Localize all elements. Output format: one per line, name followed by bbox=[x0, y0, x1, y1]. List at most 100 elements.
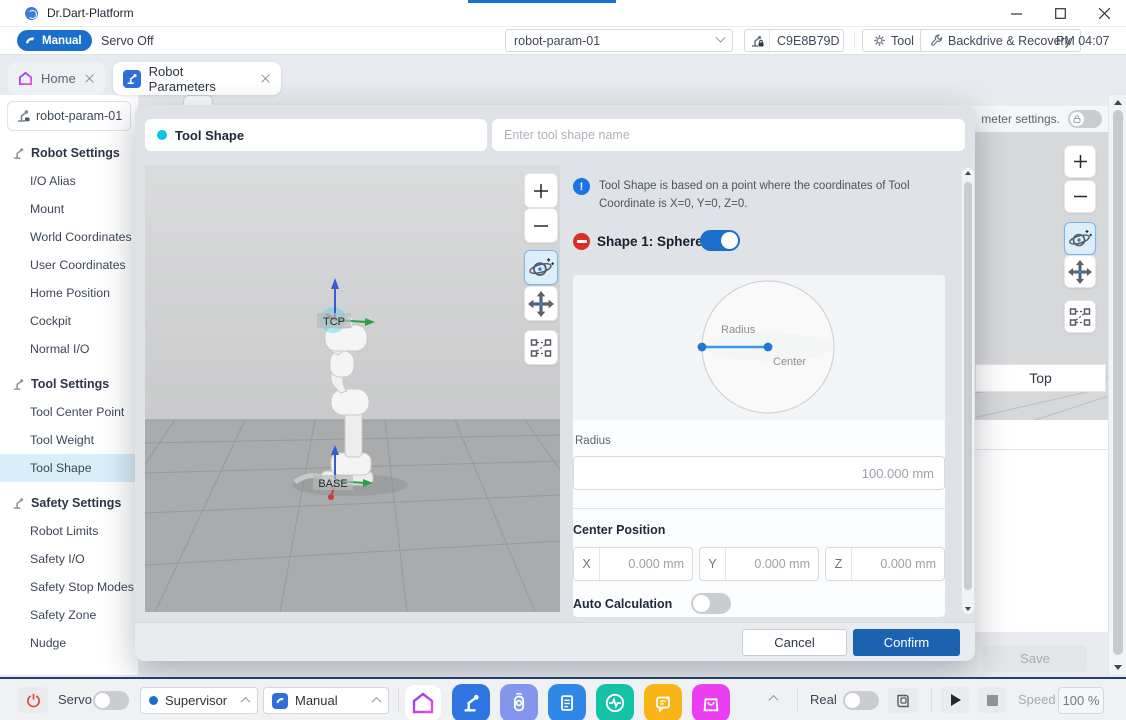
chevron-up-icon bbox=[241, 697, 251, 707]
dock-log-icon[interactable] bbox=[644, 684, 682, 720]
device-id-button[interactable]: C9E8B79D bbox=[744, 29, 844, 52]
radius-input[interactable] bbox=[573, 456, 945, 490]
dialog-scroll-up-icon[interactable] bbox=[965, 171, 971, 175]
play-button[interactable] bbox=[941, 687, 969, 713]
dock-task-writer-icon[interactable] bbox=[548, 684, 586, 720]
dock-remote-control-icon[interactable] bbox=[500, 684, 538, 720]
orbit-mode-button[interactable] bbox=[1064, 222, 1096, 255]
wrench-icon bbox=[930, 34, 943, 47]
maximize-button[interactable] bbox=[1038, 0, 1082, 26]
parameter-preset-dropdown[interactable]: robot-param-01 bbox=[505, 29, 733, 52]
servo-toggle[interactable] bbox=[93, 691, 129, 710]
3d-viewer-button[interactable] bbox=[888, 688, 918, 713]
scroll-down-icon[interactable] bbox=[1114, 665, 1122, 670]
dialog-3d-viewport[interactable]: TCP BASE bbox=[145, 165, 560, 612]
sidebar-item-world-coordinates[interactable]: World Coordinates bbox=[0, 223, 138, 251]
shape-enabled-toggle[interactable] bbox=[700, 230, 740, 251]
close-button[interactable] bbox=[1082, 0, 1126, 26]
center-position-title: Center Position bbox=[573, 523, 665, 537]
sidebar-preset-box[interactable]: robot-param-01 bbox=[7, 101, 131, 131]
sidebar-item-robot-limits[interactable]: Robot Limits bbox=[0, 517, 138, 545]
zoom-out-icon bbox=[534, 219, 548, 233]
dialog-pan-mode-button[interactable] bbox=[524, 286, 558, 321]
sidebar-item-mount[interactable]: Mount bbox=[0, 195, 138, 223]
close-icon bbox=[1099, 8, 1110, 19]
tab-robot-parameters-close-icon[interactable] bbox=[260, 73, 271, 84]
main-scrollbar[interactable] bbox=[1108, 95, 1126, 675]
mode-dropdown[interactable]: Manual bbox=[263, 687, 389, 714]
lock-settings-toggle[interactable] bbox=[1068, 110, 1102, 128]
pan-mode-button[interactable] bbox=[1064, 255, 1096, 288]
zoom-in-button[interactable] bbox=[1064, 145, 1096, 178]
mode-value: Manual bbox=[295, 693, 338, 708]
shape-settings-card: Radius Center Radius Center Position X Y… bbox=[573, 275, 945, 617]
sidebar-item-tool-shape[interactable]: Tool Shape bbox=[0, 454, 138, 482]
sidebar-item-safety-stop-modes[interactable]: Safety Stop Modes bbox=[0, 573, 138, 601]
sidebar-item-io-alias[interactable]: I/O Alias bbox=[0, 167, 138, 195]
role-value: Supervisor bbox=[165, 693, 227, 708]
dialog-measure-mode-button[interactable] bbox=[524, 330, 558, 365]
dock-robot-parameters-icon[interactable] bbox=[452, 684, 490, 720]
minimize-button[interactable] bbox=[994, 0, 1038, 26]
real-toggle[interactable] bbox=[843, 691, 879, 710]
sidebar-item-normal-io[interactable]: Normal I/O bbox=[0, 335, 138, 363]
tool-button[interactable]: Tool bbox=[862, 29, 925, 52]
sidebar-item-user-coordinates[interactable]: User Coordinates bbox=[0, 251, 138, 279]
center-x-input[interactable] bbox=[600, 548, 692, 580]
tab-home[interactable]: Home bbox=[8, 62, 105, 95]
dialog-zoom-in-button[interactable] bbox=[524, 173, 558, 208]
save-button[interactable]: Save bbox=[983, 645, 1087, 672]
dock-monitoring-icon[interactable] bbox=[596, 684, 634, 720]
center-y-input[interactable] bbox=[726, 548, 818, 580]
sidebar-item-tool-center-point[interactable]: Tool Center Point bbox=[0, 398, 138, 426]
sidebar-item-nudge[interactable]: Nudge bbox=[0, 629, 138, 657]
settings-hint-strip: meter settings. bbox=[960, 106, 1108, 132]
measure-mode-button[interactable] bbox=[1064, 300, 1096, 333]
stop-button[interactable] bbox=[978, 687, 1006, 713]
tab-robot-parameters[interactable]: Robot Parameters bbox=[113, 62, 281, 95]
unlock-icon bbox=[1073, 115, 1081, 123]
dialog-scroll-down-icon[interactable] bbox=[965, 607, 971, 611]
dialog-scrollbar[interactable] bbox=[962, 168, 974, 614]
sidebar-item-safety-zone[interactable]: Safety Zone bbox=[0, 601, 138, 629]
confirm-button[interactable]: Confirm bbox=[853, 629, 960, 656]
tool-settings-icon bbox=[12, 378, 25, 391]
device-id-value: C9E8B79D bbox=[770, 34, 840, 48]
tool-shape-name-input[interactable] bbox=[492, 119, 965, 151]
manual-mode-button[interactable]: Manual bbox=[17, 30, 92, 51]
sidebar-item-home-position[interactable]: Home Position bbox=[0, 279, 138, 307]
auto-calculation-toggle[interactable] bbox=[691, 593, 731, 614]
power-button[interactable] bbox=[18, 687, 48, 713]
sidebar-item-cockpit[interactable]: Cockpit bbox=[0, 307, 138, 335]
tab-home-close-icon[interactable] bbox=[84, 73, 95, 84]
robot-lock-icon bbox=[745, 30, 770, 51]
role-dropdown[interactable]: Supervisor bbox=[140, 687, 258, 714]
dialog-scrollbar-thumb[interactable] bbox=[964, 182, 972, 590]
dock-store-icon[interactable] bbox=[692, 684, 730, 720]
dialog-orbit-mode-button[interactable] bbox=[524, 250, 558, 285]
measure-icon bbox=[1069, 306, 1091, 328]
z-axis-label: Z bbox=[826, 548, 852, 580]
center-z-input[interactable] bbox=[852, 548, 944, 580]
dock-home-icon[interactable] bbox=[404, 684, 442, 720]
scroll-up-icon[interactable] bbox=[1114, 100, 1122, 105]
dock-collapse-button[interactable] bbox=[770, 695, 777, 702]
main-scrollbar-thumb[interactable] bbox=[1113, 110, 1123, 655]
speed-value-box[interactable]: 100 % bbox=[1058, 687, 1104, 714]
clock-text: PM 04:07 bbox=[1056, 34, 1110, 48]
remove-shape-icon[interactable] bbox=[573, 233, 590, 250]
pan-icon bbox=[528, 291, 554, 317]
sidebar-item-safety-io[interactable]: Safety I/O bbox=[0, 545, 138, 573]
sidebar-item-tool-weight[interactable]: Tool Weight bbox=[0, 426, 138, 454]
diagram-radius-label: Radius bbox=[721, 324, 756, 336]
zoom-in-icon bbox=[1074, 155, 1087, 168]
cancel-button[interactable]: Cancel bbox=[742, 629, 847, 656]
dialog-title-box: Tool Shape bbox=[145, 119, 487, 151]
zoom-out-button[interactable] bbox=[1064, 180, 1096, 213]
main-view-top-button[interactable]: Top bbox=[975, 364, 1106, 392]
chevron-down-icon bbox=[716, 33, 726, 43]
sidebar-section-safety-settings: Safety Settings bbox=[0, 489, 138, 517]
minimize-icon bbox=[1011, 8, 1022, 19]
dialog-zoom-out-button[interactable] bbox=[524, 208, 558, 243]
section-divider bbox=[573, 508, 945, 509]
